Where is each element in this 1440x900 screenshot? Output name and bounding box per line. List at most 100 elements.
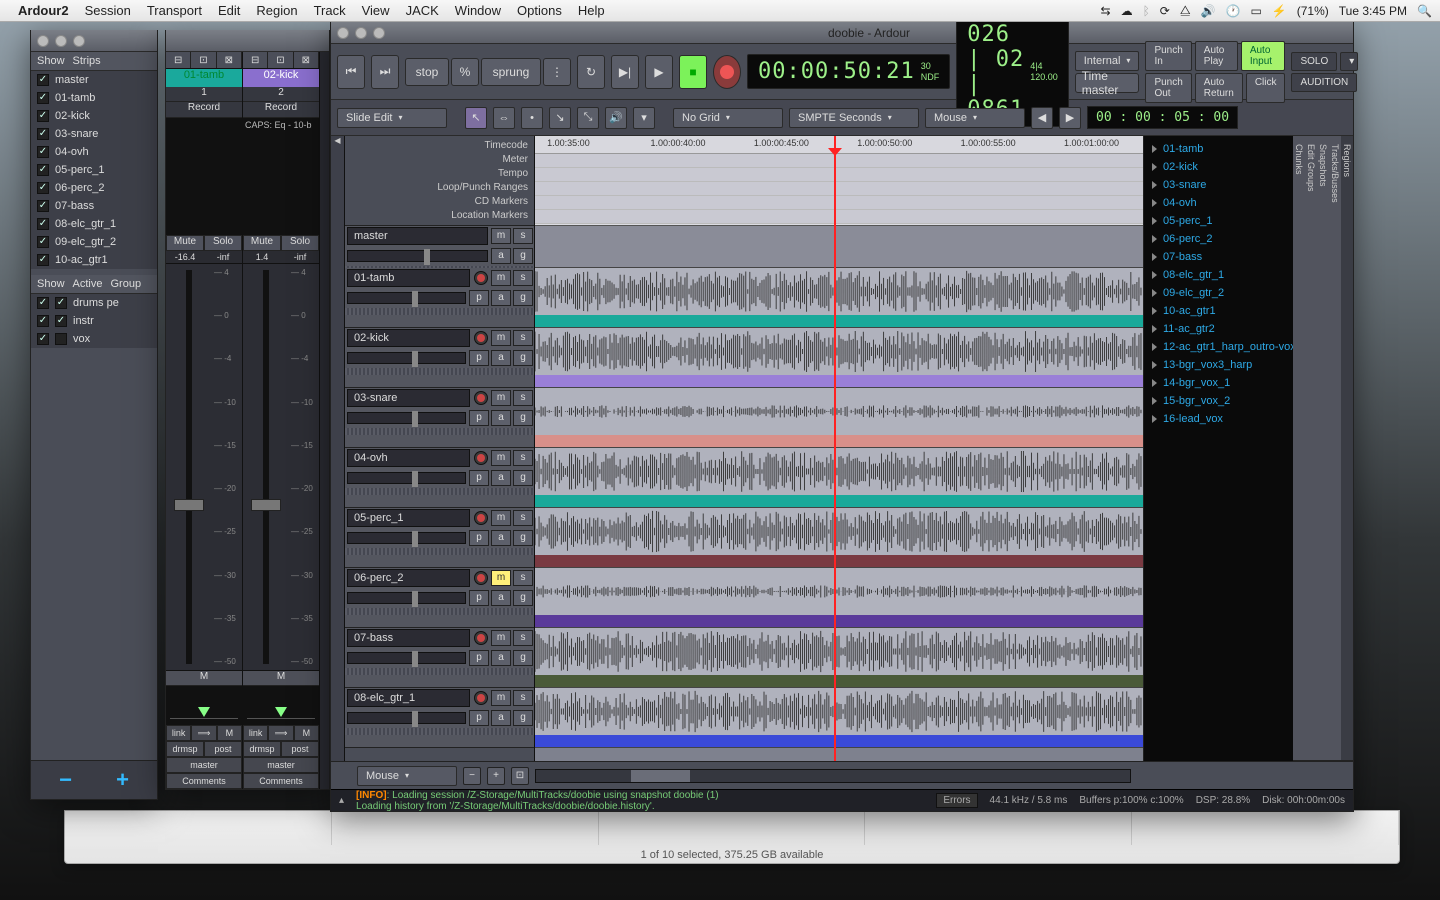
zoom-icon[interactable] xyxy=(73,35,85,47)
track-resize-grip[interactable] xyxy=(345,368,534,375)
strip-row[interactable]: 08-elc_gtr_1 xyxy=(31,215,157,233)
track-name[interactable]: 02-kick xyxy=(347,329,470,347)
track-rec-button[interactable] xyxy=(474,691,488,705)
strip-checkbox[interactable] xyxy=(37,200,49,212)
track-g-button[interactable]: g xyxy=(513,650,533,666)
edit-mode[interactable]: Slide Edit▾ xyxy=(337,108,447,128)
track-a-button[interactable]: a xyxy=(491,530,511,546)
channel-panner[interactable] xyxy=(243,685,319,725)
strip-checkbox[interactable] xyxy=(37,164,49,176)
track-rec-button[interactable] xyxy=(474,331,488,345)
channel-post-button[interactable]: post xyxy=(281,741,319,757)
nudge-back-button[interactable]: ◀ xyxy=(1031,107,1053,129)
disclosure-triangle-icon[interactable] xyxy=(1152,199,1157,207)
disclosure-triangle-icon[interactable] xyxy=(1152,289,1157,297)
region-strip[interactable] xyxy=(535,735,1143,747)
track-m-button[interactable]: m xyxy=(491,390,511,406)
region-strip[interactable] xyxy=(535,495,1143,507)
tool-audition[interactable]: 🔊 xyxy=(605,107,627,129)
channel-output[interactable]: master xyxy=(166,757,242,773)
tool-zoom[interactable]: • xyxy=(521,107,543,129)
primary-clock[interactable]: 00:00:50:21 30NDF xyxy=(747,54,950,89)
tab-chunks[interactable]: Chunks xyxy=(1293,136,1305,761)
track-lane[interactable] xyxy=(535,688,1143,748)
channel-narrow-button[interactable]: ⊟ xyxy=(166,52,191,68)
nudge-fwd-button[interactable]: ▶ xyxy=(1059,107,1081,129)
track-name[interactable]: 01-tamb xyxy=(347,269,470,287)
minimize-icon[interactable] xyxy=(55,35,67,47)
region-strip[interactable] xyxy=(535,435,1143,447)
menu-window[interactable]: Window xyxy=(455,3,501,18)
track-header[interactable]: 05-perc_1mspag xyxy=(345,508,534,568)
menubar-wifi-icon[interactable]: ⧋ xyxy=(1180,3,1191,18)
track-a-button[interactable]: a xyxy=(491,710,511,726)
goto-end-button[interactable]: ⏭ xyxy=(371,55,399,89)
strip-row[interactable]: 03-snare xyxy=(31,125,157,143)
track-s-button[interactable]: s xyxy=(513,390,533,406)
remove-group-button[interactable]: − xyxy=(59,767,72,793)
disclosure-triangle-icon[interactable] xyxy=(1152,271,1157,279)
track-m-button[interactable]: m xyxy=(491,228,511,244)
strip-checkbox[interactable] xyxy=(37,254,49,266)
channel-inserts[interactable]: CAPS: Eq - 10-b xyxy=(243,117,319,235)
add-group-button[interactable]: + xyxy=(116,767,129,793)
disclosure-triangle-icon[interactable] xyxy=(1152,415,1157,423)
tab-tracks[interactable]: Tracks/Busses xyxy=(1329,136,1341,761)
track-p-button[interactable]: p xyxy=(469,590,489,606)
menubar-spotlight-icon[interactable]: 🔍 xyxy=(1417,4,1432,18)
auto-return-button[interactable]: Auto Return xyxy=(1195,73,1243,103)
channel-mute-button[interactable]: Mute xyxy=(243,235,281,251)
group-show-checkbox[interactable] xyxy=(37,297,49,309)
track-resize-grip[interactable] xyxy=(345,488,534,495)
track-m-button[interactable]: m xyxy=(491,330,511,346)
track-m-button[interactable]: m xyxy=(491,510,511,526)
minimize-icon[interactable] xyxy=(355,27,367,39)
channel-arrow-button[interactable]: ⟹ xyxy=(268,725,293,741)
track-s-button[interactable]: s xyxy=(513,510,533,526)
pct-button[interactable]: % xyxy=(451,58,479,86)
track-s-button[interactable]: s xyxy=(513,450,533,466)
strip-row[interactable]: 02-kick xyxy=(31,107,157,125)
channel-hide-button[interactable]: ⊡ xyxy=(268,52,293,68)
track-header[interactable]: 01-tambmspag xyxy=(345,268,534,328)
track-header[interactable]: mastermsag xyxy=(345,226,534,268)
track-fader[interactable] xyxy=(347,472,466,484)
track-m-button[interactable]: m xyxy=(491,570,511,586)
strips-titlebar[interactable] xyxy=(31,30,157,52)
track-resize-grip[interactable] xyxy=(345,728,534,735)
track-resize-grip[interactable] xyxy=(345,608,534,615)
strip-row[interactable]: 07-bass xyxy=(31,197,157,215)
track-fader[interactable] xyxy=(347,250,488,262)
menubar-timemachine-icon[interactable]: 🕐 xyxy=(1226,4,1241,18)
strip-checkbox[interactable] xyxy=(37,218,49,230)
sync-source[interactable]: Internal▾ xyxy=(1075,51,1140,71)
region-strip[interactable] xyxy=(535,375,1143,387)
track-lane[interactable] xyxy=(535,628,1143,688)
punch-in-button[interactable]: Punch In xyxy=(1145,41,1191,71)
disclosure-triangle-icon[interactable] xyxy=(1152,307,1157,315)
track-fader[interactable] xyxy=(347,412,466,424)
track-a-button[interactable]: a xyxy=(491,350,511,366)
channel-meterpoint-button[interactable]: M xyxy=(166,670,242,685)
tool-range[interactable]: ⇔ xyxy=(493,107,515,129)
channel-record-button[interactable]: Record xyxy=(166,101,242,117)
menubar-cloud-icon[interactable]: ☁ xyxy=(1121,4,1133,18)
channel-fader[interactable]: — 4— 0— -4— -10— -15— -20— -25— -30— -35… xyxy=(166,263,242,670)
disclosure-triangle-icon[interactable] xyxy=(1152,379,1157,387)
loop-button[interactable]: ↻ xyxy=(577,55,605,89)
track-name[interactable]: master xyxy=(347,227,488,245)
channel-link-button[interactable]: link xyxy=(166,725,191,741)
strip-checkbox[interactable] xyxy=(37,74,49,86)
channel-arrow-button[interactable]: ⟹ xyxy=(191,725,216,741)
strip-checkbox[interactable] xyxy=(37,92,49,104)
nudge-clock[interactable]: 00 : 00 : 05 : 00 xyxy=(1087,106,1238,129)
zoom-icon[interactable] xyxy=(373,27,385,39)
track-rec-button[interactable] xyxy=(474,571,488,585)
track-header[interactable]: 06-perc_2mspag xyxy=(345,568,534,628)
play-range-button[interactable]: ▶| xyxy=(611,55,639,89)
mixer-titlebar[interactable] xyxy=(166,30,329,52)
channel-invert-button[interactable]: ⊠ xyxy=(217,52,242,68)
track-p-button[interactable]: p xyxy=(469,410,489,426)
track-resize-grip[interactable] xyxy=(345,308,534,315)
channel-hide-button[interactable]: ⊡ xyxy=(191,52,216,68)
